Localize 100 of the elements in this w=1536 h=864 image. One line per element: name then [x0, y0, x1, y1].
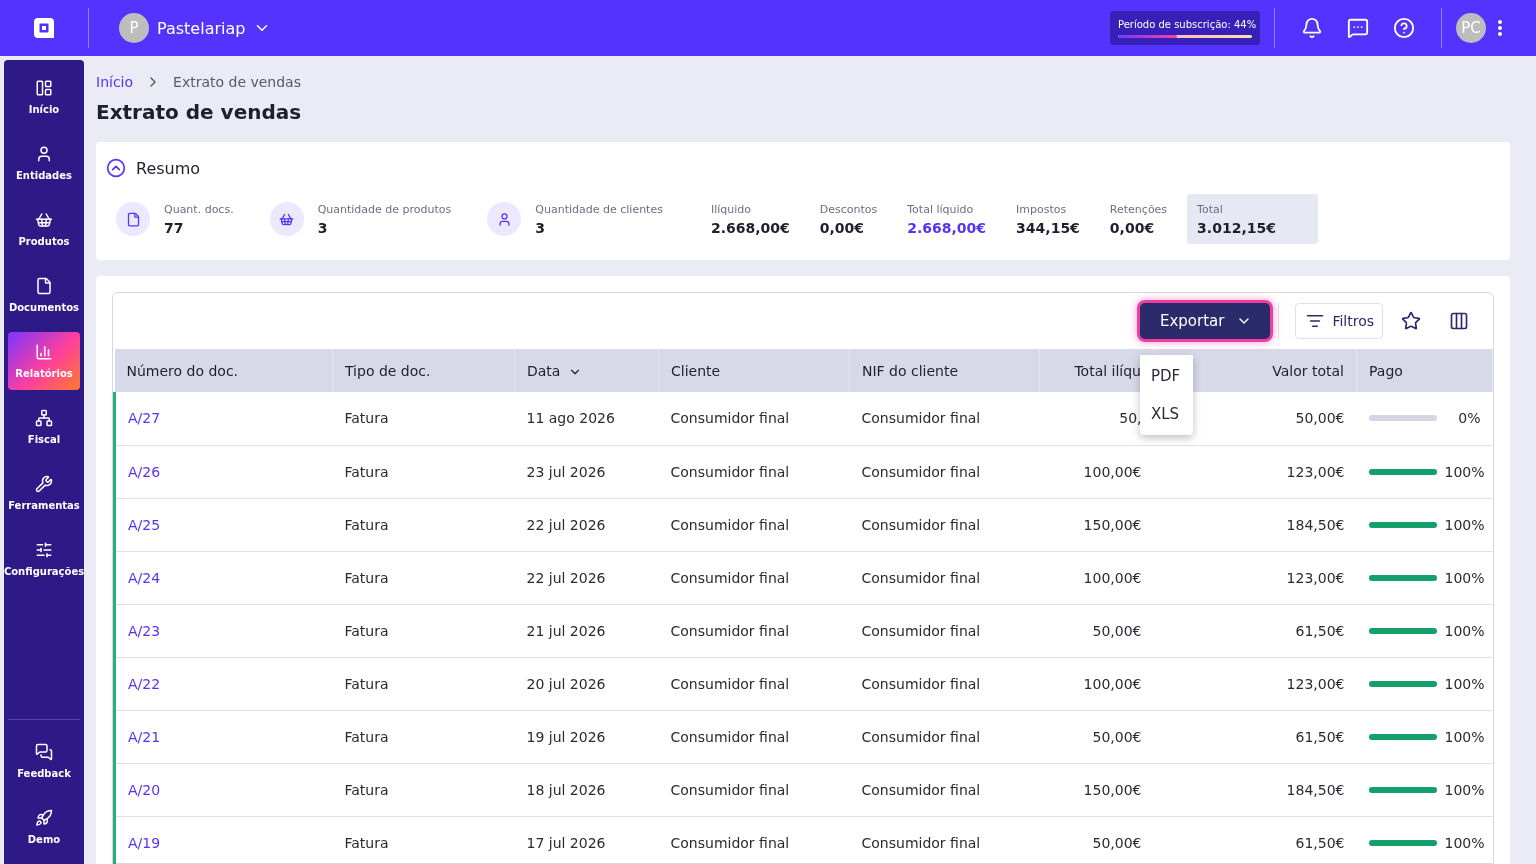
document-link[interactable]: A/23 — [128, 622, 161, 639]
chat-bubbles-icon — [35, 743, 53, 761]
stat-label: Impostos — [1016, 202, 1068, 216]
sidebar-item[interactable]: Ferramentas — [8, 464, 80, 522]
sidebar-item[interactable]: Demo — [8, 798, 80, 856]
payment-percent: 100% — [1444, 463, 1485, 480]
stat-label: Descontos — [819, 202, 878, 216]
company-name[interactable]: Pastelariap — [157, 18, 246, 38]
document-link[interactable]: A/27 — [128, 410, 161, 427]
basket-icon — [35, 211, 53, 229]
rocket-icon — [35, 809, 53, 827]
network-icon — [35, 409, 53, 427]
stat-value: 344,15€ — [1016, 219, 1080, 236]
table-cell: Fatura — [344, 463, 389, 480]
table-cell: 123,00€ — [1286, 569, 1345, 586]
table-cell: Consumidor final — [670, 728, 790, 745]
column-header[interactable]: NIF do cliente — [849, 349, 1040, 392]
sidebar-item[interactable]: Fiscal — [8, 398, 80, 456]
column-header[interactable]: Pago — [1356, 349, 1493, 392]
table-cell: 22 jul 2026 — [526, 516, 606, 533]
table-cell: Consumidor final — [670, 622, 790, 639]
filter-icon — [1306, 312, 1325, 330]
payment-percent: 100% — [1444, 622, 1485, 639]
table-cell: Consumidor final — [861, 622, 981, 639]
table-cell: Consumidor final — [861, 463, 981, 480]
document-link[interactable]: A/24 — [128, 569, 161, 586]
table-cell: 100,00€ — [1083, 675, 1142, 692]
table-cell: Fatura — [344, 675, 389, 692]
sidebar-item[interactable]: Feedback — [8, 732, 80, 790]
menu-item[interactable]: XLS — [1139, 395, 1193, 433]
column-header[interactable]: Tipo de doc. — [332, 349, 515, 392]
payment-percent: 100% — [1444, 569, 1485, 586]
stat-label: Quantidade de produtos — [317, 202, 452, 216]
help-button[interactable] — [1393, 17, 1415, 39]
sidebar-item[interactable]: Início — [8, 68, 80, 126]
document-link[interactable]: A/19 — [128, 834, 161, 851]
messages-button[interactable] — [1347, 17, 1369, 39]
stat-label: Total líquido — [907, 202, 975, 216]
chart-icon — [35, 343, 53, 361]
table-cell: Consumidor final — [670, 410, 790, 427]
table-cell: Consumidor final — [861, 728, 981, 745]
columns-button[interactable] — [1449, 311, 1469, 331]
file-icon — [116, 202, 150, 236]
filters-button[interactable]: Filtros — [1295, 303, 1383, 339]
document-link[interactable]: A/25 — [128, 516, 161, 533]
sidebar-item[interactable]: Documentos — [8, 266, 80, 324]
company-avatar: P — [119, 13, 149, 43]
page-title: Extrato de vendas — [96, 100, 303, 124]
stat-value: 2.668,00€ — [907, 219, 987, 236]
payment-percent: 100% — [1444, 781, 1485, 798]
table-cell: Fatura — [344, 569, 389, 586]
breadcrumb-link[interactable]: Início — [96, 74, 134, 90]
table-cell: 150,00€ — [1083, 516, 1142, 533]
sidebar-item[interactable]: Produtos — [8, 200, 80, 258]
stat-value: 2.668,00€ — [710, 219, 790, 236]
table-cell: 50,00€ — [1092, 728, 1142, 745]
table-cell: 20 jul 2026 — [526, 675, 606, 692]
table-cell: 50,00€ — [1092, 834, 1142, 851]
table-cell: 100,00€ — [1083, 569, 1142, 586]
table-cell: Consumidor final — [670, 516, 790, 533]
table-cell: Consumidor final — [670, 781, 790, 798]
stat-label: Total — [1197, 202, 1224, 216]
stat-label: Quant. docs. — [164, 202, 234, 216]
payment-percent: 100% — [1444, 728, 1485, 745]
document-link[interactable]: A/21 — [128, 728, 161, 745]
table-cell: 100,00€ — [1083, 463, 1142, 480]
export-button[interactable]: Exportar — [1139, 303, 1271, 339]
column-header[interactable]: Data — [514, 349, 659, 392]
column-header[interactable]: Número do doc. — [114, 349, 333, 392]
table-cell: 22 jul 2026 — [526, 569, 606, 586]
table-cell: 50, — [1119, 410, 1142, 427]
table-cell: Consumidor final — [861, 675, 981, 692]
document-link[interactable]: A/20 — [128, 781, 161, 798]
stat-value: 0,00€ — [819, 219, 866, 236]
table-cell: 21 jul 2026 — [526, 622, 606, 639]
table-cell: Consumidor final — [670, 834, 790, 851]
file-icon — [35, 277, 53, 295]
more-options-button[interactable] — [1498, 20, 1502, 36]
table-cell: Fatura — [344, 728, 389, 745]
table-cell: 123,00€ — [1286, 463, 1345, 480]
payment-percent: 100% — [1444, 834, 1485, 851]
sidebar-item[interactable]: Entidades — [8, 134, 80, 192]
stat-value: 3 — [317, 219, 329, 236]
stat-value: 3.012,15€ — [1197, 219, 1276, 236]
sliders-icon — [35, 541, 53, 559]
column-header[interactable]: Cliente — [658, 349, 850, 392]
document-link[interactable]: A/26 — [128, 463, 161, 480]
stat-value: 77 — [164, 219, 185, 236]
table-cell: Consumidor final — [670, 675, 790, 692]
collapse-icon[interactable] — [106, 158, 126, 178]
stat-label: Quantidade de clientes — [535, 202, 663, 216]
stat-value: 3 — [535, 219, 547, 236]
favorite-button[interactable] — [1401, 311, 1421, 331]
document-link[interactable]: A/22 — [128, 675, 161, 692]
notifications-button[interactable] — [1301, 17, 1323, 39]
table-cell: Consumidor final — [861, 569, 981, 586]
payment-percent: 100% — [1444, 516, 1485, 533]
more-icon — [1498, 20, 1502, 36]
wrench-icon — [35, 475, 53, 493]
table-cell: Consumidor final — [861, 781, 981, 798]
